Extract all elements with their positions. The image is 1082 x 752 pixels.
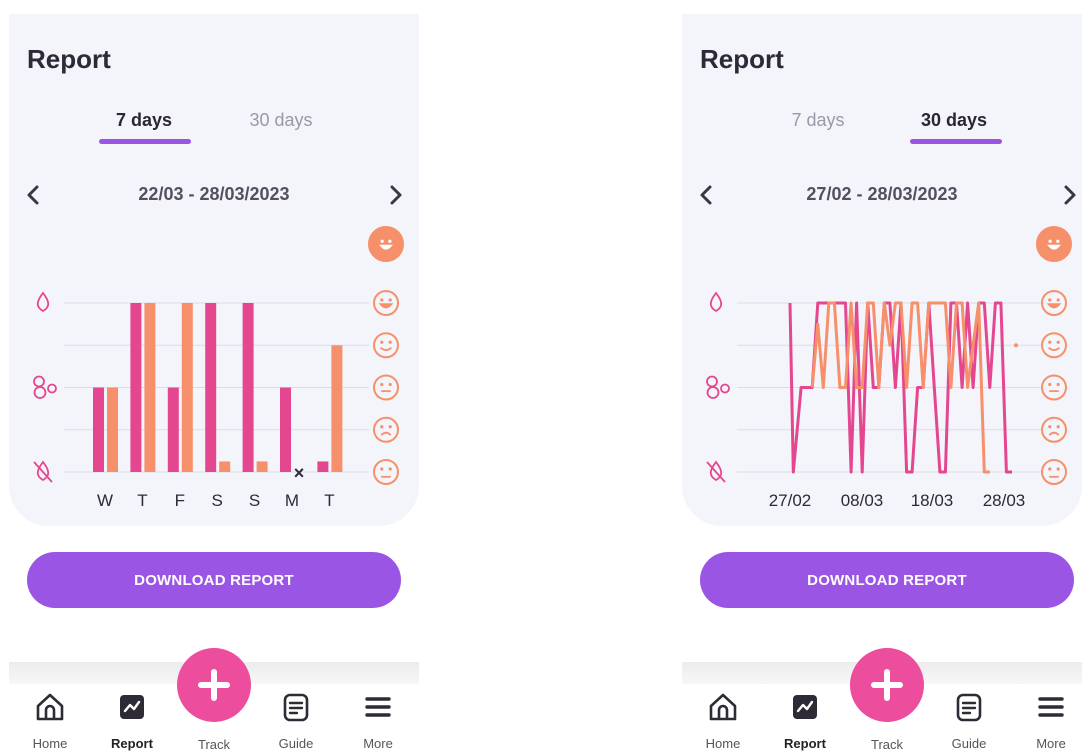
x-tick-label: 28/03 — [983, 491, 1026, 510]
date-range: 27/02 - 28/03/2023 — [806, 184, 958, 204]
nav-guide-label: Guide — [278, 736, 314, 751]
very-sad-icon — [373, 459, 399, 485]
bar-orange — [256, 461, 268, 472]
very-sad-icon — [1041, 459, 1067, 485]
bar-pink — [280, 387, 291, 472]
report-screen-7-days: Report 7 days 30 days 22/03 - 28/03/2023… — [9, 0, 419, 752]
track-add-button[interactable] — [177, 648, 251, 722]
nav-track-label: Track — [870, 737, 904, 752]
bar-pink — [242, 303, 254, 472]
bar-pink — [167, 387, 179, 472]
thirty-day-line-chart: 27/02 08/03 18/03 28/03 — [706, 226, 1072, 510]
date-range: 22/03 - 28/03/2023 — [138, 184, 290, 204]
tab-30-days[interactable]: 30 days — [231, 110, 331, 131]
nav-report[interactable]: Report — [97, 690, 167, 751]
next-period-button[interactable] — [382, 180, 410, 210]
guide-icon — [956, 693, 982, 722]
home-icon — [709, 693, 737, 721]
x-tick-label: 08/03 — [841, 491, 884, 510]
home-icon — [36, 693, 64, 721]
x-tick-label: W — [97, 491, 113, 510]
chevron-right-icon — [1064, 185, 1076, 205]
sad-icon — [1041, 416, 1067, 443]
tab-30-days[interactable]: 30 days — [904, 110, 1004, 131]
bar-orange — [181, 303, 193, 472]
chevron-right-icon — [390, 185, 402, 205]
download-report-button[interactable]: DOWNLOAD REPORT — [27, 552, 401, 608]
missing-entry-marker: × — [294, 463, 305, 483]
chart-icon — [793, 695, 817, 719]
x-tick-label: S — [212, 491, 223, 510]
x-tick-label: 27/02 — [769, 491, 812, 510]
plus-icon — [198, 669, 230, 701]
nav-more[interactable]: More — [1016, 690, 1082, 751]
content-icon — [1041, 332, 1067, 359]
stray-point — [1014, 343, 1018, 348]
nav-report[interactable]: Report — [770, 690, 840, 751]
plus-icon — [871, 669, 903, 701]
sad-icon — [373, 416, 399, 443]
nav-home-label: Home — [705, 736, 741, 751]
bar-pink — [130, 303, 142, 472]
bar-orange — [144, 303, 156, 472]
neutral-icon — [1041, 374, 1067, 401]
download-report-button[interactable]: DOWNLOAD REPORT — [700, 552, 1074, 608]
nav-report-label: Report — [111, 736, 153, 751]
x-tick-label: 18/03 — [911, 491, 954, 510]
bar-orange — [331, 345, 343, 472]
smile-icon — [373, 290, 399, 316]
x-tick-label: M — [285, 491, 299, 510]
bar-orange — [107, 387, 118, 472]
tab-7-days[interactable]: 7 days — [94, 110, 194, 131]
big-smile-icon — [368, 226, 404, 262]
nav-guide[interactable]: Guide — [261, 690, 331, 751]
nav-home-label: Home — [32, 736, 68, 751]
nav-more-label: More — [1036, 736, 1066, 751]
nav-report-label: Report — [784, 736, 826, 751]
active-tab-indicator — [99, 139, 191, 144]
x-tick-label: T — [324, 491, 334, 510]
nav-track-label: Track — [197, 737, 231, 752]
menu-icon — [1038, 697, 1064, 717]
nav-more-label: More — [363, 736, 393, 751]
nav-more[interactable]: More — [343, 690, 413, 751]
drop-icon — [709, 291, 723, 313]
crossed-drop-icon — [706, 460, 726, 483]
bar-pink — [93, 387, 104, 472]
bubbles-icon — [706, 375, 730, 399]
report-screen-30-days: Report 7 days 30 days 27/02 - 28/03/2023… — [682, 0, 1082, 752]
menu-icon — [365, 697, 391, 717]
bar-orange — [219, 461, 231, 472]
nav-guide[interactable]: Guide — [934, 690, 1004, 751]
nav-home[interactable]: Home — [688, 690, 758, 751]
tab-7-days[interactable]: 7 days — [768, 110, 868, 131]
chart-icon — [120, 695, 144, 719]
drop-icon — [36, 291, 50, 313]
next-period-button[interactable] — [1056, 180, 1082, 210]
big-smile-icon — [1036, 226, 1072, 262]
guide-icon — [283, 693, 309, 722]
smile-icon — [1041, 290, 1067, 316]
active-tab-indicator — [910, 139, 1002, 144]
page-title: Report — [27, 44, 111, 74]
crossed-drop-icon — [33, 460, 53, 483]
nav-guide-label: Guide — [951, 736, 987, 751]
nav-home[interactable]: Home — [15, 690, 85, 751]
x-tick-label: T — [137, 491, 147, 510]
bubbles-icon — [33, 375, 57, 399]
neutral-icon — [373, 374, 399, 401]
bar-pink — [205, 303, 217, 472]
page-title: Report — [700, 44, 784, 74]
content-icon — [373, 332, 399, 359]
x-tick-label: F — [175, 491, 185, 510]
bar-pink — [317, 461, 329, 472]
seven-day-bar-chart: W T F S S M T × — [33, 226, 404, 510]
track-add-button[interactable] — [850, 648, 924, 722]
x-tick-label: S — [249, 491, 260, 510]
